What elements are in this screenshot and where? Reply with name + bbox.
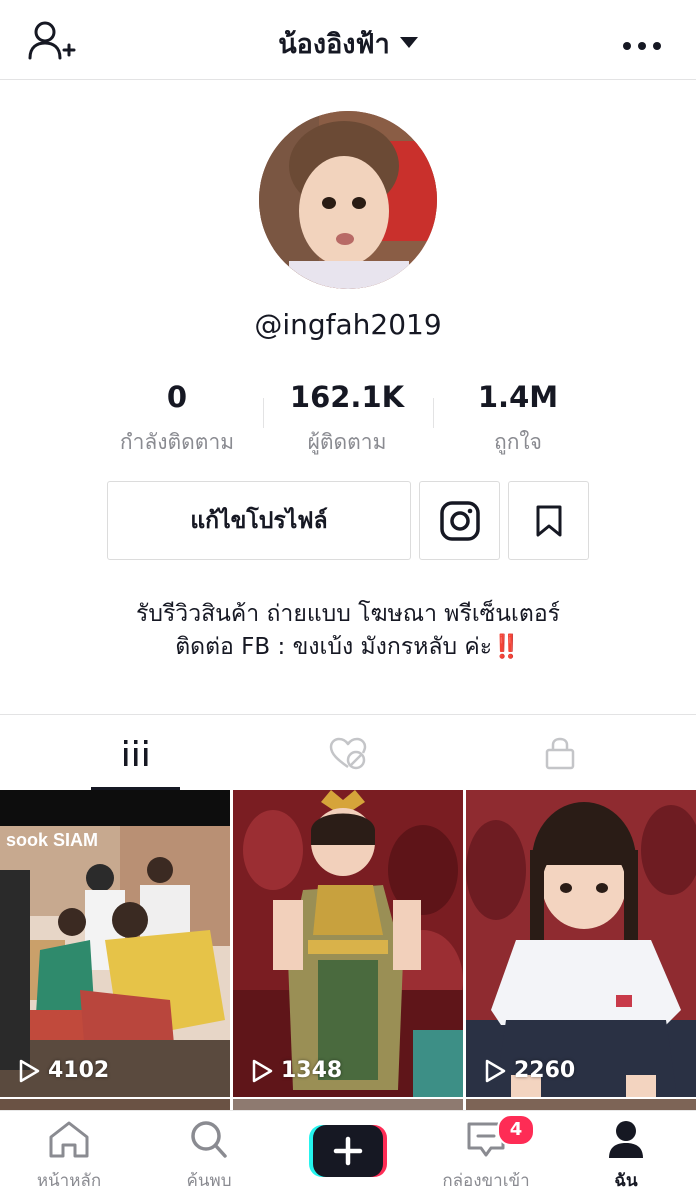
bookmark-icon: [536, 505, 561, 536]
bio-line-2: ติดต่อ FB : ขงเบ้ง มังกรหลับ ค่ะ‼️: [175, 634, 521, 660]
search-icon: [191, 1121, 227, 1158]
video-preview-image: [466, 790, 696, 1097]
view-count: 4102: [18, 1058, 109, 1083]
play-icon: [252, 1059, 273, 1082]
followers-stat[interactable]: 162.1K ผู้ติดตาม: [257, 380, 437, 459]
inbox-badge: 4: [497, 1114, 535, 1146]
more-horizontal-icon[interactable]: [622, 36, 662, 50]
view-count-value: 2260: [514, 1058, 576, 1083]
likes-count: 1.4M: [477, 380, 559, 414]
play-icon: [19, 1059, 40, 1082]
profile-bio: รับรีวิวสินค้า ถ่ายแบบ โฆษณา พรีเซ็นเตอร…: [0, 598, 696, 664]
nav-profile[interactable]: ฉัน: [566, 1119, 686, 1194]
video-thumbnail-partial[interactable]: [233, 1099, 463, 1110]
video-grid: sook SIAM 4102 1348 2260: [0, 790, 696, 1110]
username: @ingfah2019: [254, 308, 442, 341]
view-count: 2260: [484, 1058, 575, 1083]
video-thumbnail-partial[interactable]: [466, 1099, 696, 1110]
avatar[interactable]: [259, 111, 437, 289]
profile-icon: [609, 1121, 643, 1158]
view-count-value: 1348: [281, 1058, 343, 1083]
following-label: กำลังติดตาม: [119, 430, 235, 454]
followers-count: 162.1K: [289, 380, 405, 414]
chevron-down-icon: [399, 37, 418, 48]
lock-icon: [545, 737, 575, 770]
likes-label: ถูกใจ: [494, 430, 542, 454]
nav-home-label: หน้าหลัก: [36, 1171, 102, 1191]
account-switcher[interactable]: น้องอิงฟ้า: [0, 22, 696, 65]
sook-siam-logo: sook SIAM: [6, 830, 99, 850]
bookmark-button[interactable]: [508, 481, 589, 560]
tab-videos[interactable]: [20, 715, 252, 791]
following-stat[interactable]: 0 กำลังติดตาม: [87, 380, 267, 459]
nav-inbox-label: กล่องขาเข้า: [442, 1171, 530, 1191]
view-count-value: 4102: [48, 1058, 110, 1083]
video-thumbnail[interactable]: 1348: [233, 790, 463, 1097]
play-icon: [485, 1059, 506, 1082]
edit-profile-button[interactable]: แก้ไขโปรไฟล์: [107, 481, 411, 560]
nav-discover[interactable]: ค้นพบ: [149, 1119, 269, 1194]
nav-profile-label: ฉัน: [614, 1171, 638, 1191]
edit-profile-label: แก้ไขโปรไฟล์: [190, 507, 328, 534]
tab-private[interactable]: [444, 715, 676, 791]
grid-icon: [124, 740, 148, 766]
video-thumbnail-partial[interactable]: [0, 1099, 230, 1110]
home-icon: [49, 1121, 89, 1158]
nav-home[interactable]: หน้าหลัก: [9, 1119, 129, 1194]
tab-liked[interactable]: [232, 715, 464, 791]
liked-hidden-icon: [329, 737, 367, 770]
page-title: น้องอิงฟ้า: [278, 29, 390, 60]
likes-stat[interactable]: 1.4M ถูกใจ: [428, 380, 608, 459]
nav-discover-label: ค้นพบ: [186, 1171, 232, 1191]
view-count: 1348: [251, 1058, 342, 1083]
following-count: 0: [166, 380, 188, 414]
video-thumbnail[interactable]: 2260: [466, 790, 696, 1097]
plus-icon: [309, 1125, 387, 1177]
instagram-button[interactable]: [419, 481, 500, 560]
top-bar: น้องอิงฟ้า: [0, 0, 696, 80]
video-thumbnail[interactable]: sook SIAM 4102: [0, 790, 230, 1097]
video-preview-image: [233, 790, 463, 1097]
instagram-icon: [439, 500, 480, 541]
create-video-button[interactable]: [309, 1125, 387, 1177]
bottom-navigation: หน้าหลัก ค้นพบ กล่องขาเข้า ฉัน: [0, 1110, 696, 1200]
bio-line-1: รับรีวิวสินค้า ถ่ายแบบ โฆษณา พรีเซ็นเตอร…: [136, 601, 560, 627]
followers-label: ผู้ติดตาม: [307, 430, 387, 454]
content-tabs: [0, 714, 696, 790]
